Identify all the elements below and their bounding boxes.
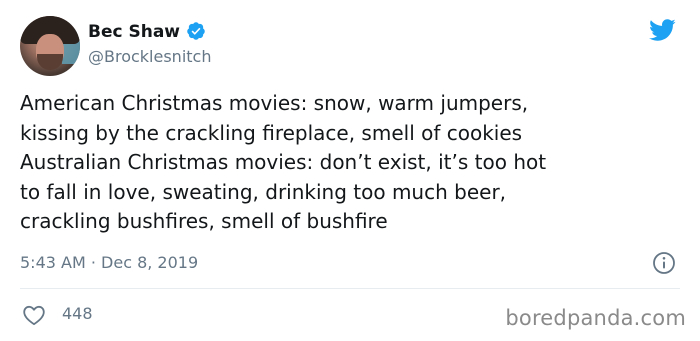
avatar-beard [37, 54, 63, 70]
verified-badge-icon [187, 22, 205, 40]
avatar[interactable] [20, 16, 80, 76]
author-name[interactable]: Bec Shaw [88, 22, 180, 42]
tweet-text: American Christmas movies: snow, warm ju… [20, 91, 547, 233]
watermark: boredpanda.com [505, 306, 686, 330]
divider [20, 288, 680, 289]
author-handle[interactable]: @Brocklesnitch [88, 47, 211, 66]
info-icon[interactable] [652, 251, 676, 275]
twitter-bird-icon[interactable] [646, 16, 678, 44]
like-count: 448 [62, 304, 93, 323]
tweet-timestamp[interactable]: 5:43 AM · Dec 8, 2019 [20, 253, 198, 272]
heart-icon[interactable] [22, 304, 46, 326]
